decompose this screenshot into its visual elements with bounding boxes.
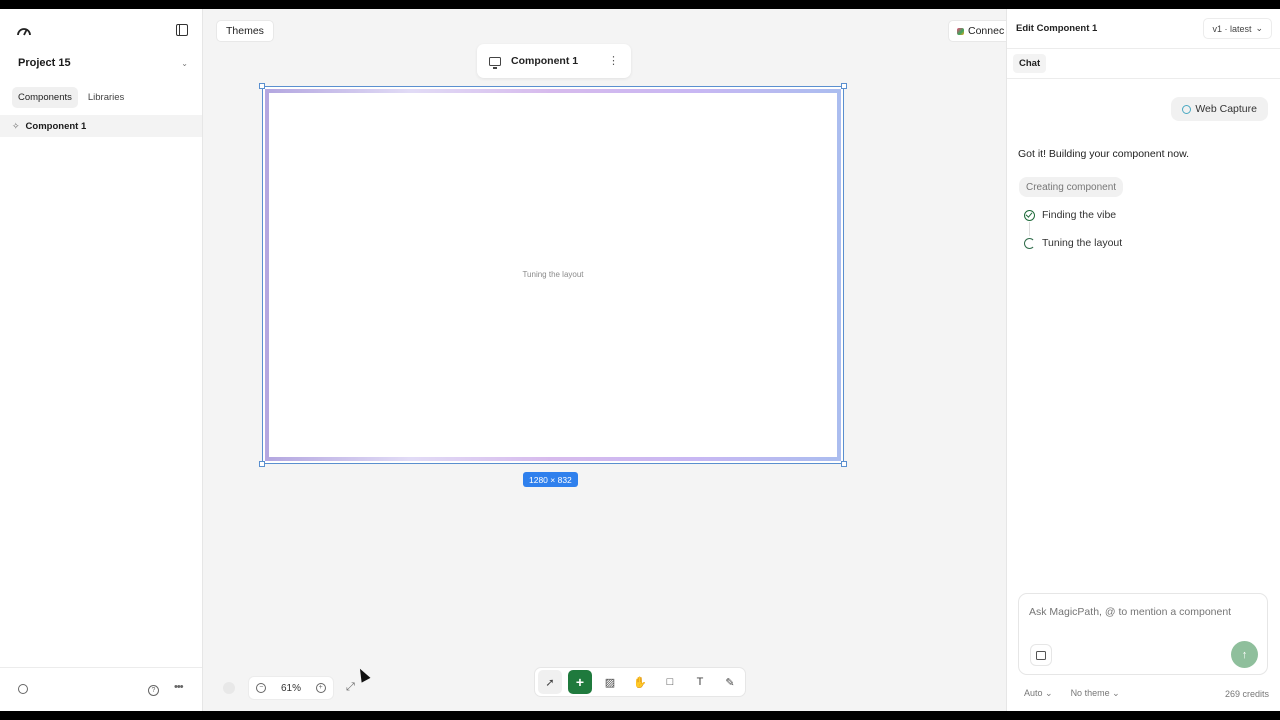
project-name: Project 15 (18, 57, 71, 69)
magicpath-logo-icon[interactable] (16, 23, 32, 37)
panel-title: Edit Component 1 (1016, 23, 1098, 34)
chat-composer: ↑ (1018, 593, 1268, 675)
step-label: Tuning the layout (1042, 237, 1123, 249)
project-selector[interactable]: Project 15 ⌄ (18, 55, 188, 71)
frame-size-badge: 1280 × 832 (523, 472, 578, 487)
zoom-in-icon[interactable]: + (315, 683, 326, 693)
sidebar: Project 15 ⌄ Components Libraries ✧ Comp… (0, 9, 203, 711)
model-select-label: Auto (1024, 688, 1043, 698)
theme-select[interactable]: No theme ⌄ (1071, 688, 1225, 699)
user-message-text: Web Capture (1195, 103, 1257, 115)
rectangle-tool-icon[interactable]: □ (658, 670, 682, 694)
connect-label: Connec (968, 25, 1005, 37)
version-label: v1 · latest (1212, 23, 1252, 34)
help-icon[interactable]: ? (148, 685, 159, 696)
composer-footer: Auto ⌄ No theme ⌄ 269 credits (1024, 688, 1269, 699)
chevron-down-icon: ⌄ (1255, 23, 1263, 33)
text-tool-icon[interactable]: T (688, 670, 712, 694)
send-button[interactable]: ↑ (1231, 641, 1258, 668)
tab-chat[interactable]: Chat (1013, 54, 1047, 73)
progress-step: Finding the vibe (1024, 209, 1116, 221)
step-label: Finding the vibe (1042, 209, 1117, 221)
zoom-level[interactable]: 61% (281, 683, 301, 694)
panel-header: Edit Component 1 v1 · latest ⌄ (1007, 9, 1280, 49)
add-button[interactable]: + (568, 670, 592, 694)
chat-input[interactable] (1029, 606, 1257, 618)
check-circle-icon (1024, 209, 1035, 221)
canvas-toolbar: ➚ + ▨ ✋ □ T ✎ (534, 667, 746, 697)
sidebar-item-label: Component 1 (25, 120, 87, 132)
tab-components[interactable]: Components (12, 87, 78, 108)
sidebar-tabs: Components Libraries (12, 87, 130, 108)
component-icon: ✧ (12, 120, 20, 131)
user-message-bubble: Web Capture (1171, 97, 1268, 121)
credits-count: 269 credits (1224, 688, 1269, 699)
theme-select-label: No theme (1070, 688, 1110, 698)
sidebar-toggle-icon[interactable] (176, 24, 188, 36)
figma-icon (957, 27, 964, 35)
monitor-icon (489, 56, 501, 69)
pen-tool-icon[interactable]: ✎ (718, 670, 742, 694)
component-frame[interactable]: Tuning the layout (259, 83, 847, 467)
app-window: Project 15 ⌄ Components Libraries ✧ Comp… (0, 9, 1280, 711)
hand-tool-icon[interactable]: ✋ (628, 670, 652, 694)
edit-panel: Edit Component 1 v1 · latest ⌄ Chat Web … (1006, 9, 1280, 711)
sidebar-item-component-1[interactable]: ✧ Component 1 (0, 115, 202, 137)
select-tool-icon[interactable]: ➚ (538, 670, 562, 694)
resize-handle-top-right[interactable] (841, 83, 847, 89)
tab-libraries[interactable]: Libraries (82, 87, 130, 108)
chevron-down-icon: ⌄ (181, 58, 188, 68)
creating-status-pill: Creating component (1019, 177, 1124, 197)
frame-status-text: Tuning the layout (522, 270, 584, 279)
attach-image-button[interactable] (1030, 644, 1052, 666)
mouse-cursor (355, 666, 371, 683)
frame-title: Component 1 (511, 55, 579, 67)
themes-button[interactable]: Themes (216, 20, 274, 42)
image-icon (1036, 650, 1046, 660)
resize-handle-bottom-left[interactable] (259, 461, 265, 467)
sidebar-footer (0, 667, 202, 711)
resize-handle-top-left[interactable] (259, 83, 265, 89)
connect-button[interactable]: Connec (948, 20, 1014, 42)
frame-header[interactable]: Component 1 ⋮ (477, 44, 631, 78)
model-select[interactable]: Auto ⌄ (1024, 688, 1053, 699)
spinner-icon (1024, 237, 1035, 249)
fit-screen-icon[interactable]: ⤢ (346, 681, 355, 694)
globe-icon (1182, 104, 1192, 114)
step-connector (1029, 222, 1030, 236)
zoom-controls: − 61% + (248, 676, 334, 700)
version-select[interactable]: v1 · latest ⌄ (1203, 18, 1272, 39)
more-icon[interactable]: ••• (174, 681, 184, 693)
more-vertical-icon[interactable]: ⋮ (608, 55, 619, 67)
assistant-message: Got it! Building your component now. (1018, 148, 1190, 160)
canvas-color-swatch[interactable] (223, 682, 235, 694)
resize-handle-bottom-right[interactable] (841, 461, 847, 467)
progress-step: Tuning the layout (1024, 237, 1122, 249)
image-tool-icon[interactable]: ▨ (598, 670, 622, 694)
panel-tabs: Chat (1007, 49, 1280, 79)
zoom-out-icon[interactable]: − (256, 683, 267, 693)
theme-toggle-icon[interactable] (18, 684, 28, 694)
